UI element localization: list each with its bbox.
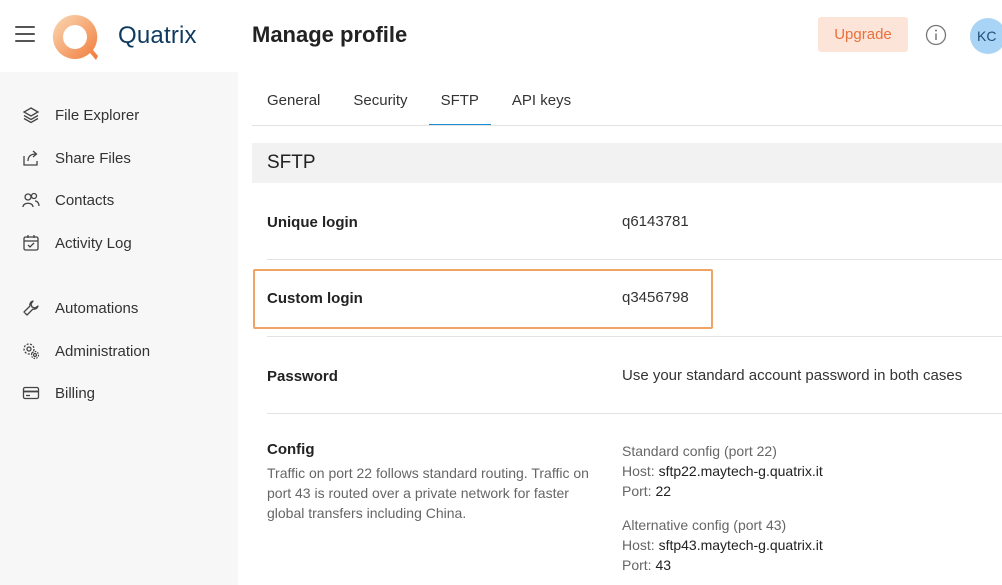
sidebar-item-label: Share Files bbox=[55, 149, 131, 167]
custom-login-label: Custom login bbox=[267, 290, 363, 307]
brand-name: Quatrix bbox=[118, 22, 197, 49]
sidebar-item-administration[interactable]: Administration bbox=[22, 339, 150, 363]
sidebar-item-activity-log[interactable]: Activity Log bbox=[22, 231, 132, 255]
port-label: Port: bbox=[622, 483, 652, 499]
contacts-icon bbox=[22, 192, 40, 208]
wrench-icon bbox=[23, 300, 39, 316]
section-title: SFTP bbox=[267, 152, 316, 173]
config-label: Config bbox=[267, 441, 315, 458]
alternative-config-title: Alternative config (port 43) bbox=[622, 517, 787, 533]
quatrix-logo-icon[interactable] bbox=[50, 12, 100, 62]
top-header: Quatrix Manage profile Upgrade KC bbox=[0, 0, 1002, 72]
tabs-divider bbox=[252, 125, 1002, 126]
alternative-config: Alternative config (port 43) Host: sftp4… bbox=[622, 515, 823, 575]
layers-icon bbox=[22, 107, 40, 124]
profile-tabs: General Security SFTP API keys bbox=[267, 92, 604, 126]
sidebar-item-file-explorer[interactable]: File Explorer bbox=[22, 103, 139, 127]
tab-api-keys[interactable]: API keys bbox=[512, 92, 571, 126]
hamburger-menu-icon[interactable] bbox=[15, 26, 35, 42]
divider bbox=[267, 413, 1002, 414]
sidebar-item-share-files[interactable]: Share Files bbox=[22, 146, 131, 170]
sidebar-item-billing[interactable]: Billing bbox=[22, 381, 95, 405]
tab-security[interactable]: Security bbox=[353, 92, 407, 126]
share-icon bbox=[23, 150, 38, 166]
section-header bbox=[252, 143, 1002, 183]
calendar-icon bbox=[23, 235, 39, 251]
config-description: Traffic on port 22 follows standard rout… bbox=[267, 465, 589, 521]
sidebar-item-label: Automations bbox=[55, 299, 139, 317]
alternative-port-value: 43 bbox=[655, 557, 672, 573]
unique-login-value: q6143781 bbox=[622, 213, 689, 230]
sidebar-item-label: Contacts bbox=[55, 191, 115, 209]
page-title: Manage profile bbox=[252, 22, 408, 47]
standard-host-value: sftp22.maytech-g.quatrix.it bbox=[658, 463, 823, 479]
standard-config: Standard config (port 22) Host: sftp22.m… bbox=[622, 441, 823, 501]
unique-login-label: Unique login bbox=[267, 214, 358, 231]
info-icon[interactable] bbox=[925, 24, 947, 46]
sidebar-item-contacts[interactable]: Contacts bbox=[22, 188, 114, 212]
alternative-host-value: sftp43.maytech-g.quatrix.it bbox=[658, 537, 823, 553]
password-label: Password bbox=[267, 368, 338, 385]
port-label: Port: bbox=[622, 557, 652, 573]
host-label: Host: bbox=[622, 537, 655, 553]
custom-login-value: q3456798 bbox=[622, 289, 689, 306]
host-label: Host: bbox=[622, 463, 655, 479]
divider bbox=[267, 259, 1002, 260]
avatar[interactable]: KC bbox=[970, 18, 1002, 54]
sidebar-item-automations[interactable]: Automations bbox=[22, 296, 138, 320]
sidebar-item-label: File Explorer bbox=[55, 106, 140, 124]
sidebar-item-label: Billing bbox=[55, 384, 96, 402]
sidebar-item-label: Administration bbox=[55, 342, 151, 360]
gears-icon bbox=[23, 343, 40, 360]
upgrade-button[interactable]: Upgrade bbox=[818, 17, 908, 52]
standard-config-title: Standard config (port 22) bbox=[622, 443, 777, 459]
credit-card-icon bbox=[22, 386, 40, 400]
password-value: Use your standard account password in bo… bbox=[622, 367, 963, 384]
divider bbox=[267, 336, 1002, 337]
sidebar-item-label: Activity Log bbox=[55, 234, 132, 252]
standard-port-value: 22 bbox=[655, 483, 672, 499]
tab-sftp[interactable]: SFTP bbox=[428, 92, 492, 126]
tab-general[interactable]: General bbox=[267, 92, 320, 126]
